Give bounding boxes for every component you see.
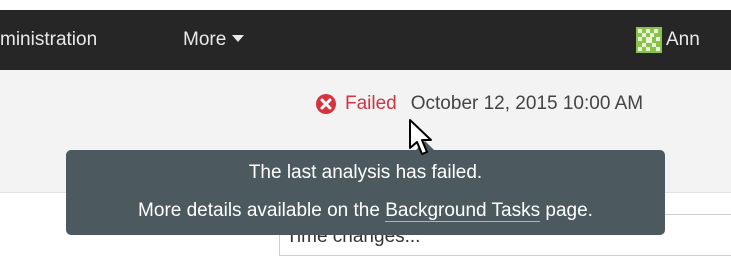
top-navigation-bar: ministration More Ann: [0, 10, 731, 70]
user-name: Ann: [666, 29, 700, 50]
x-circle-icon: [316, 94, 336, 114]
status-tooltip: The last analysis has failed. More detai…: [66, 141, 665, 235]
user-menu[interactable]: Ann: [636, 22, 700, 58]
nav-more-menu[interactable]: More: [183, 10, 245, 70]
avatar: [636, 27, 662, 53]
analysis-status[interactable]: Failed October 12, 2015 10:00 AM: [315, 91, 643, 117]
analysis-date: October 12, 2015 10:00 AM: [410, 93, 644, 114]
background-tasks-link[interactable]: Background Tasks: [385, 200, 541, 222]
status-failed-label: Failed: [345, 93, 397, 114]
tooltip-details: More details available on the Background…: [66, 200, 665, 222]
nav-administration[interactable]: ministration: [0, 10, 97, 70]
tooltip-message: The last analysis has failed.: [248, 162, 483, 183]
tooltip-details-suffix: page.: [545, 200, 593, 221]
caret-down-icon: [232, 35, 245, 42]
mouse-pointer-icon: [409, 119, 432, 155]
nav-more-label: More: [183, 29, 227, 50]
tooltip-details-prefix: More details available on the: [138, 200, 380, 221]
